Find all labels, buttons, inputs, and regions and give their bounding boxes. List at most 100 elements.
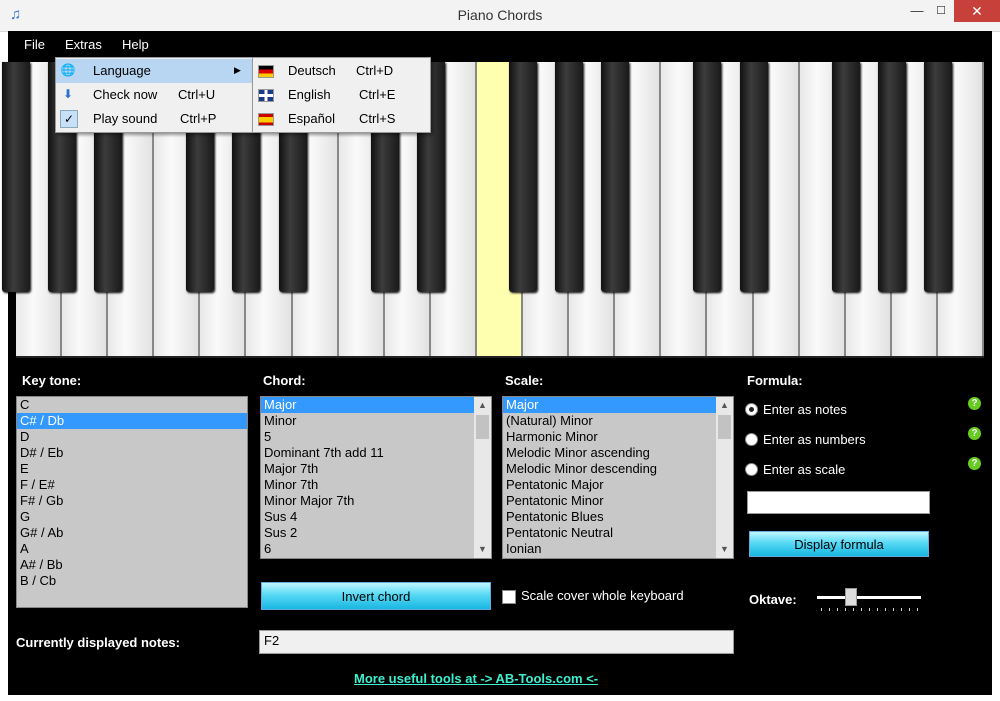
menu-extras[interactable]: Extras	[65, 37, 102, 52]
minimize-button[interactable]: —	[904, 0, 930, 22]
list-item[interactable]: G	[17, 509, 247, 525]
list-item[interactable]: D	[17, 429, 247, 445]
menu-item-check-now[interactable]: ⬇ Check now Ctrl+U	[56, 83, 254, 107]
slider-tick	[917, 608, 918, 611]
scale-label: Scale:	[505, 373, 544, 388]
list-item[interactable]: D# / Eb	[17, 445, 247, 461]
key-tone-list[interactable]: C C# / Db D D# / Eb E F / E# F# / Gb G G# / Ab A A…	[16, 396, 248, 608]
list-item[interactable]: Minor Major 7th	[261, 493, 474, 509]
list-item[interactable]: Major	[503, 397, 716, 413]
slider-tick	[869, 608, 870, 611]
list-item[interactable]: Melodic Minor descending	[503, 461, 716, 477]
list-item[interactable]: (Natural) Minor	[503, 413, 716, 429]
list-item[interactable]: 6	[261, 541, 474, 557]
black-key[interactable]	[555, 62, 584, 292]
list-item[interactable]: Pentatonic Blues	[503, 509, 716, 525]
list-item[interactable]: Pentatonic Neutral	[503, 525, 716, 541]
scroll-up-icon[interactable]: ▲	[716, 397, 733, 414]
scale-scrollbar[interactable]: ▲ ▼	[716, 397, 733, 558]
current-notes-label: Currently displayed notes:	[16, 635, 180, 650]
list-item[interactable]: A	[17, 541, 247, 557]
formula-input[interactable]	[747, 491, 930, 514]
scroll-thumb[interactable]	[476, 415, 489, 439]
menu-help[interactable]: Help	[122, 37, 149, 52]
language-submenu: Deutsch Ctrl+D English Ctrl+E Español Ct…	[252, 57, 431, 133]
slider-tick	[837, 608, 838, 611]
slider-tick	[845, 608, 846, 611]
scroll-up-icon[interactable]: ▲	[474, 397, 491, 414]
menu-item-deutsch[interactable]: Deutsch Ctrl+D	[253, 59, 430, 83]
slider-tick	[829, 608, 830, 611]
list-item[interactable]: Melodic Minor ascending	[503, 445, 716, 461]
enter-numbers-label: Enter as numbers	[763, 432, 866, 447]
checkmark-icon: ✓	[60, 110, 78, 128]
globe-icon: 🌐	[60, 63, 76, 77]
octave-slider-track[interactable]	[817, 596, 921, 599]
list-item[interactable]: C	[17, 397, 247, 413]
menu-item-espanol[interactable]: Español Ctrl+S	[253, 107, 430, 131]
list-item[interactable]: G# / Ab	[17, 525, 247, 541]
submenu-arrow-icon: ▶	[234, 65, 241, 75]
maximize-button[interactable]: ☐	[928, 0, 954, 22]
list-item[interactable]: Sus 4	[261, 509, 474, 525]
list-item[interactable]: B / Cb	[17, 573, 247, 589]
chord-label: Chord:	[263, 373, 306, 388]
radio-enter-scale[interactable]	[745, 463, 758, 476]
formula-label: Formula:	[747, 373, 803, 388]
list-item[interactable]: Pentatonic Major	[503, 477, 716, 493]
display-formula-button[interactable]: Display formula	[749, 531, 929, 557]
flag-es-icon	[258, 113, 274, 126]
enter-notes-label: Enter as notes	[763, 402, 847, 417]
black-key[interactable]	[601, 62, 630, 292]
black-key[interactable]	[509, 62, 538, 292]
list-item[interactable]: Major 7th	[261, 461, 474, 477]
list-item[interactable]: 5	[261, 429, 474, 445]
list-item[interactable]: A# / Bb	[17, 557, 247, 573]
help-icon[interactable]: ?	[968, 427, 981, 440]
list-item[interactable]: F# / Gb	[17, 493, 247, 509]
menu-item-language[interactable]: 🌐 Language ▶	[56, 59, 254, 83]
slider-tick	[909, 608, 910, 611]
scroll-thumb[interactable]	[718, 415, 731, 439]
title-bar: ♫ Piano Chords — ☐ ✕	[0, 0, 1000, 32]
list-item[interactable]: C# / Db	[17, 413, 247, 429]
list-item[interactable]: Ionian	[503, 541, 716, 557]
chord-scrollbar[interactable]: ▲ ▼	[474, 397, 491, 558]
menu-file[interactable]: File	[24, 37, 45, 52]
black-key[interactable]	[923, 62, 952, 292]
list-item[interactable]: Minor 7th	[261, 477, 474, 493]
scroll-down-icon[interactable]: ▼	[716, 541, 733, 558]
list-item[interactable]: Minor	[261, 413, 474, 429]
black-key[interactable]	[2, 62, 30, 292]
key-tone-label: Key tone:	[22, 373, 82, 388]
list-item[interactable]: E	[17, 461, 247, 477]
help-icon[interactable]: ?	[968, 457, 981, 470]
enter-scale-label: Enter as scale	[763, 462, 846, 477]
list-item[interactable]: Harmonic Minor	[503, 429, 716, 445]
scale-list[interactable]: Major (Natural) Minor Harmonic Minor Melodi…	[502, 396, 734, 559]
radio-enter-notes[interactable]	[745, 403, 758, 416]
list-item[interactable]: F / E#	[17, 477, 247, 493]
list-item[interactable]: Sus 2	[261, 525, 474, 541]
menu-item-english[interactable]: English Ctrl+E	[253, 83, 430, 107]
radio-enter-numbers[interactable]	[745, 433, 758, 446]
black-key[interactable]	[693, 62, 722, 292]
octave-slider-thumb[interactable]	[845, 588, 858, 606]
black-key[interactable]	[831, 62, 860, 292]
invert-chord-button[interactable]: Invert chord	[261, 582, 491, 610]
download-update-icon: ⬇	[62, 87, 74, 101]
list-item[interactable]: Major	[261, 397, 474, 413]
menu-item-play-sound[interactable]: ✓ Play sound Ctrl+P	[56, 107, 254, 131]
scroll-down-icon[interactable]: ▼	[474, 541, 491, 558]
scale-cover-label: Scale cover whole keyboard	[521, 588, 684, 603]
help-icon[interactable]: ?	[968, 397, 981, 410]
close-button[interactable]: ✕	[954, 0, 1000, 22]
scale-cover-checkbox[interactable]	[502, 590, 516, 604]
list-item[interactable]: Pentatonic Minor	[503, 493, 716, 509]
black-key[interactable]	[877, 62, 906, 292]
chord-list[interactable]: Major Minor 5 Dominant 7th add 11 Major 7th M…	[260, 396, 492, 559]
black-key[interactable]	[739, 62, 768, 292]
ab-tools-link[interactable]: More useful tools at -> AB-Tools.com <-	[354, 671, 598, 686]
list-item[interactable]: Dominant 7th add 11	[261, 445, 474, 461]
current-notes-field[interactable]: F2	[259, 630, 734, 654]
